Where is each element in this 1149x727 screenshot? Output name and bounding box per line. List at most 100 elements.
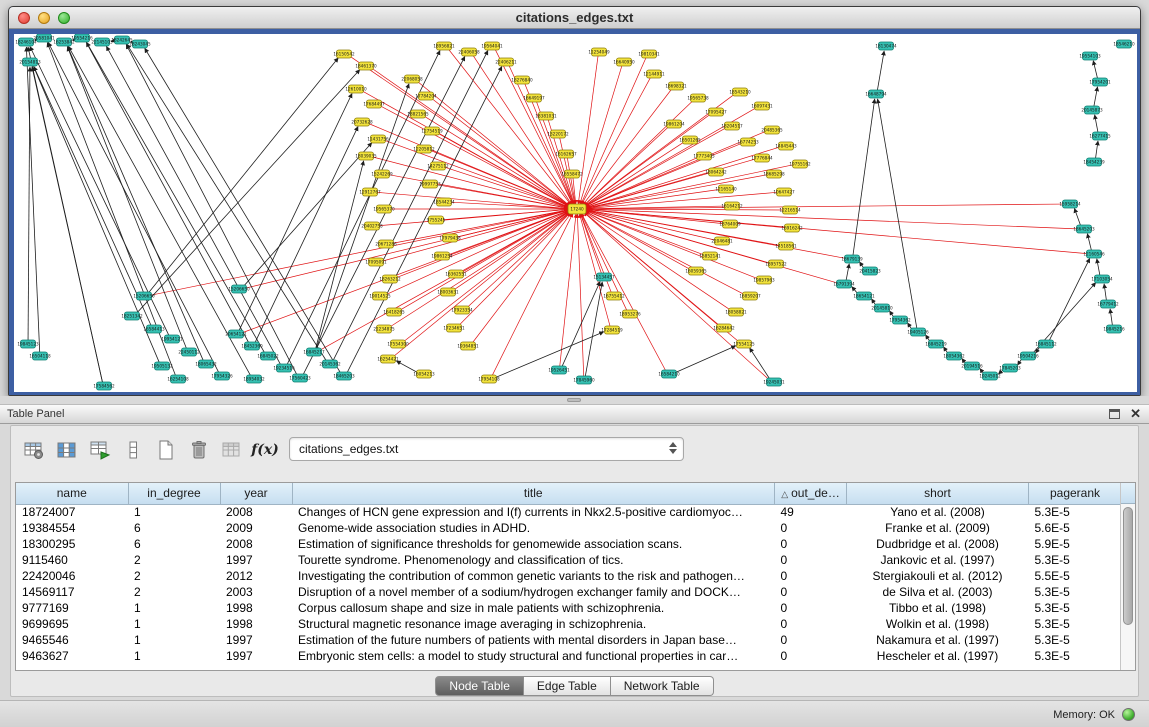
graph-edge[interactable]: [581, 213, 665, 370]
graph-node[interactable]: 20402758: [361, 222, 383, 230]
graph-node[interactable]: 20654121: [225, 330, 247, 338]
graph-node[interactable]: 17979438: [439, 234, 461, 242]
table-cell[interactable]: Estimation of significance thresholds fo…: [292, 536, 775, 552]
table-cell[interactable]: Genome-wide association studies in ADHD.: [292, 520, 775, 536]
graph-node[interactable]: 18465203: [333, 372, 355, 380]
graph-node[interactable]: 12205812: [413, 145, 435, 153]
graph-node[interactable]: 18204517: [721, 122, 743, 130]
table-cell[interactable]: Wolkin et al. (1998): [847, 616, 1029, 632]
table-cell[interactable]: Tibbo et al. (1998): [847, 600, 1029, 616]
edit-column-icon[interactable]: [85, 436, 115, 464]
graph-edge[interactable]: [390, 212, 569, 327]
table-cell[interactable]: 9465546: [16, 632, 128, 648]
graph-node[interactable]: 19755162: [789, 160, 811, 168]
tab-network-table[interactable]: Network Table: [611, 676, 714, 696]
graph-node[interactable]: 18065432: [195, 360, 217, 368]
graph-edge[interactable]: [1104, 284, 1106, 300]
graph-edge[interactable]: [586, 165, 793, 208]
table-cell[interactable]: 1: [128, 616, 220, 632]
graph-edge[interactable]: [1097, 259, 1100, 275]
graph-node[interactable]: 10647427: [773, 188, 795, 196]
graph-edge[interactable]: [586, 173, 710, 208]
graph-node[interactable]: 18003631: [437, 288, 459, 296]
table-cell[interactable]: 2: [128, 584, 220, 600]
graph-node[interactable]: 19526451: [548, 366, 570, 374]
table-cell[interactable]: 6: [128, 520, 220, 536]
table-cell[interactable]: 2009: [220, 520, 292, 536]
graph-node[interactable]: 16845217: [303, 348, 325, 356]
graph-node[interactable]: 16254421: [377, 355, 399, 363]
tab-edge-table[interactable]: Edge Table: [524, 676, 611, 696]
table-cell[interactable]: de Silva et al. (2003): [847, 584, 1029, 600]
table-cell[interactable]: 5.3E-5: [1029, 648, 1122, 664]
table-cell[interactable]: 0: [775, 616, 847, 632]
table-cell[interactable]: 49: [775, 504, 847, 520]
scrollbar-thumb[interactable]: [1123, 507, 1133, 625]
graph-edge[interactable]: [492, 213, 573, 375]
network-canvas[interactable]: 1724016150542184613701261001017684497207…: [14, 34, 1137, 392]
graph-edge[interactable]: [1110, 309, 1112, 325]
graph-node[interactable]: 16779412: [1097, 300, 1119, 308]
table-cell[interactable]: Investigating the contribution of common…: [292, 568, 775, 584]
column-header-year[interactable]: year: [220, 483, 292, 504]
graph-edge[interactable]: [578, 56, 598, 204]
graph-node[interactable]: 17845203: [999, 364, 1021, 372]
graph-node[interactable]: 14275112: [427, 162, 449, 170]
graph-edge[interactable]: [577, 214, 583, 376]
column-header-pagerank[interactable]: pagerank: [1029, 483, 1122, 504]
table-cell[interactable]: 9463627: [16, 648, 128, 664]
graph-node[interactable]: 18654121: [853, 292, 875, 300]
graph-node[interactable]: 19014525: [369, 292, 391, 300]
table-cell[interactable]: Yano et al. (2008): [847, 504, 1029, 520]
table-cell[interactable]: 2: [128, 552, 220, 568]
column-header-title[interactable]: title: [292, 483, 775, 504]
graph-edge[interactable]: [586, 210, 845, 258]
graph-node[interactable]: 16150542: [333, 50, 355, 58]
graph-node[interactable]: 18543210: [729, 88, 751, 96]
graph-node[interactable]: 17954108: [478, 375, 500, 383]
graph-edge[interactable]: [878, 99, 917, 328]
table-cell[interactable]: Changes of HCN gene expression and I(f) …: [292, 504, 775, 520]
table-cell[interactable]: 0: [775, 632, 847, 648]
graph-node[interactable]: 17773405: [693, 152, 715, 160]
graph-node[interactable]: 16254108: [167, 375, 189, 383]
graph-edge[interactable]: [385, 140, 569, 207]
table-cell[interactable]: 0: [775, 584, 847, 600]
table-row[interactable]: 1938455462009Genome-wide association stu…: [16, 520, 1122, 536]
splitter-handle[interactable]: [567, 398, 581, 402]
graph-node[interactable]: 18685298: [763, 170, 785, 178]
graph-node[interactable]: 20485365: [761, 126, 783, 134]
table-cell[interactable]: 6: [128, 536, 220, 552]
column-header-in_degree[interactable]: in_degree: [128, 483, 220, 504]
graph-node[interactable]: 22406058: [458, 48, 480, 56]
table-row[interactable]: 1830029562008Estimation of significance …: [16, 536, 1122, 552]
graph-node[interactable]: 16097431: [751, 102, 773, 110]
table-cell[interactable]: 0: [775, 552, 847, 568]
graph-node[interactable]: 17954326: [211, 372, 233, 380]
table-cell[interactable]: Jankovic et al. (1997): [847, 552, 1029, 568]
graph-node[interactable]: 19857963: [753, 276, 775, 284]
graph-node[interactable]: 18645203: [1073, 225, 1095, 233]
graph-node[interactable]: 17234651: [443, 324, 465, 332]
table-cell[interactable]: Hescheler et al. (1997): [847, 648, 1029, 664]
delete-icon[interactable]: [184, 436, 214, 464]
graph-node[interactable]: 18064242: [705, 168, 727, 176]
graph-edge[interactable]: [87, 42, 265, 352]
graph-node[interactable]: 17554300: [387, 340, 409, 348]
graph-edge[interactable]: [581, 58, 646, 205]
graph-node[interactable]: 18546210: [1113, 40, 1135, 48]
graph-edge[interactable]: [584, 101, 693, 206]
table-cell[interactable]: 5.6E-5: [1029, 520, 1122, 536]
graph-node[interactable]: 16649197: [523, 94, 545, 102]
graph-node[interactable]: 16755412: [603, 292, 625, 300]
graph-node[interactable]: 19564041: [481, 42, 503, 50]
table-cell[interactable]: 5.3E-5: [1029, 584, 1122, 600]
float-panel-icon[interactable]: [1109, 409, 1120, 419]
graph-node[interactable]: 16584413: [143, 325, 165, 333]
graph-edge[interactable]: [585, 128, 726, 207]
table-cell[interactable]: 1998: [220, 616, 292, 632]
graph-node[interactable]: 16284642: [713, 324, 735, 332]
graph-edge[interactable]: [86, 42, 248, 342]
graph-node[interactable]: 20145362: [319, 360, 341, 368]
graph-node[interactable]: 17103054: [1091, 275, 1113, 283]
